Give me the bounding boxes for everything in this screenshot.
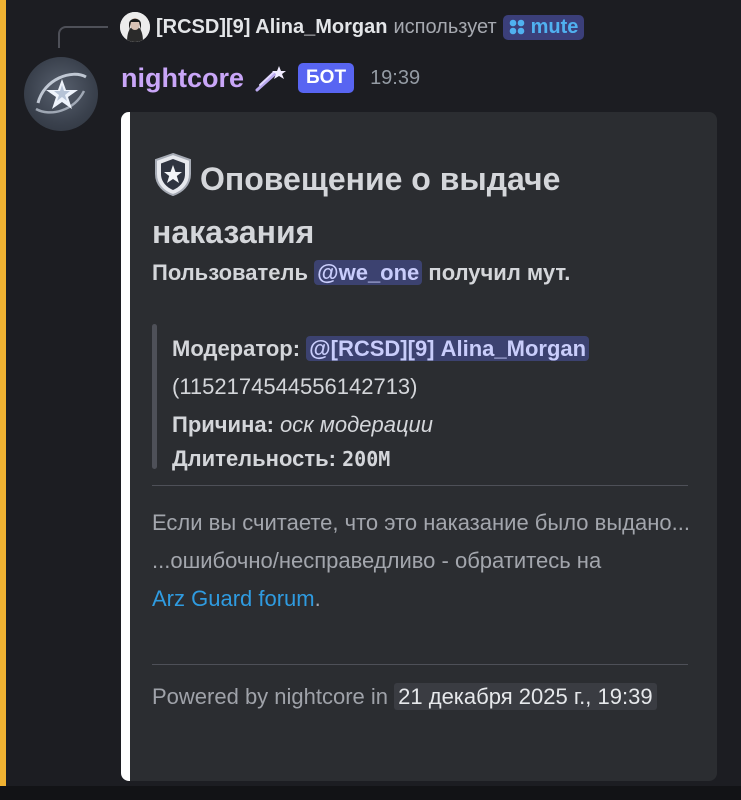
- moderator-line: Модератор: @[RCSD][9] Alina_Morgan: [172, 336, 590, 362]
- duration-line: Длительность: 200M: [172, 446, 390, 472]
- punishment-details: Модератор: @[RCSD][9] Alina_Morgan (1152…: [152, 324, 692, 472]
- moderator-mention[interactable]: @[RCSD][9] Alina_Morgan: [306, 336, 590, 361]
- moderator-label: Модератор:: [172, 336, 301, 361]
- moderator-id: (1152174544556142713): [172, 374, 418, 399]
- shield-star-icon: [155, 152, 191, 196]
- reply-username[interactable]: [RCSD][9] Alina_Morgan: [156, 16, 387, 39]
- embed-title: Оповещение о выдаче наказания: [152, 152, 692, 259]
- appeal-text: Если вы считаете, что это наказание было…: [152, 504, 692, 618]
- appeal-line1: Если вы считаете, что это наказание было…: [152, 510, 690, 535]
- footer-timestamp[interactable]: 21 декабря 2025 г., 19:39: [394, 683, 657, 710]
- embed-title-text: Оповещение о выдаче наказания: [152, 161, 561, 250]
- command-icon: [509, 19, 524, 35]
- appeal-line2-prefix: ...ошибочно/несправедливо - обратитесь н…: [152, 548, 602, 573]
- embed-footer: Powered by nightcore in 21 декабря 2025 …: [152, 678, 692, 716]
- divider-bottom: [152, 664, 688, 665]
- arz-guard-forum-link[interactable]: Arz Guard forum: [152, 586, 315, 611]
- divider-top: [152, 485, 688, 486]
- footer-text: Powered by nightcore in: [152, 684, 389, 709]
- duration-label: Длительность:: [172, 446, 336, 471]
- command-pill[interactable]: mute: [502, 14, 585, 40]
- reply-uses-text: использует: [393, 15, 497, 38]
- mention-highlight-bar: [0, 0, 6, 800]
- duration-value: 200M: [342, 447, 391, 471]
- command-name: mute: [530, 15, 579, 38]
- comet-icon: [255, 66, 287, 92]
- reason-label: Причина:: [172, 412, 274, 437]
- bot-avatar[interactable]: [24, 57, 98, 131]
- embed-card: Оповещение о выдаче наказания Пользовате…: [121, 112, 717, 781]
- reason-value: оск модерации: [280, 412, 434, 437]
- author-name[interactable]: nightcore: [121, 63, 244, 94]
- bottom-strip: [0, 786, 741, 800]
- description-suffix: получил мут.: [428, 260, 571, 285]
- description-prefix: Пользователь: [152, 260, 309, 285]
- user-mention[interactable]: @we_one: [314, 260, 423, 285]
- appeal-line2-suffix: .: [314, 586, 321, 611]
- star-avatar-icon: [35, 72, 87, 114]
- bot-badge: БОТ: [298, 63, 355, 93]
- message-header: nightcore БОТ 19:39: [121, 58, 420, 98]
- reply-connector: [58, 26, 108, 48]
- user-avatar-icon[interactable]: [120, 12, 150, 42]
- reply-reference[interactable]: [RCSD][9] Alina_Morgan использует mute: [120, 12, 585, 42]
- blockquote-bar: [152, 324, 157, 469]
- embed-description: Пользователь @we_one получил мут.: [152, 260, 570, 286]
- message-timestamp[interactable]: 19:39: [370, 67, 420, 90]
- reason-line: Причина: оск модерации: [172, 412, 433, 438]
